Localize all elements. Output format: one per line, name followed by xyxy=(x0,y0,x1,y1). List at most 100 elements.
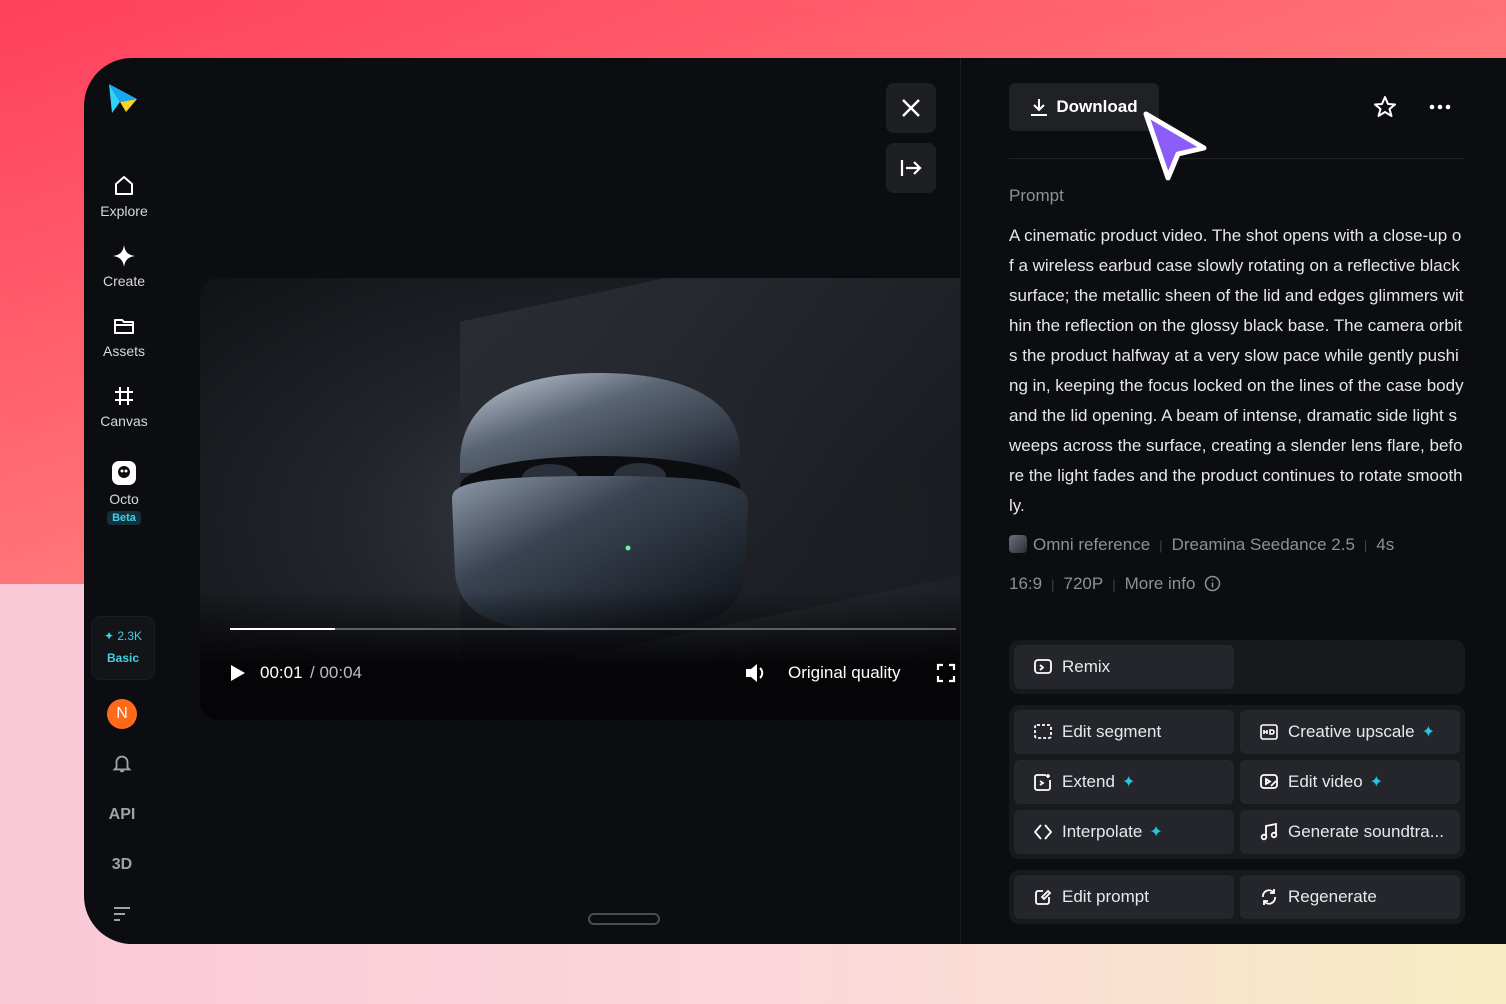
edit-video-icon xyxy=(1260,774,1278,789)
sparkle-icon xyxy=(113,245,135,267)
aspect-ratio: 16:9 xyxy=(1009,574,1043,593)
total-time: / 00:04 xyxy=(310,663,362,682)
credits-sparkle-icon: ✦ xyxy=(103,629,115,643)
star-icon[interactable] xyxy=(1373,95,1397,119)
folder-icon xyxy=(114,319,134,334)
generate-soundtrack-button[interactable]: Generate soundtra... xyxy=(1240,810,1460,854)
interpolate-button[interactable]: Interpolate ✦ xyxy=(1014,810,1234,854)
sidebar-item-label: Octo xyxy=(109,491,139,507)
app-window: Explore Create Assets Canvas Octo Beta ✦… xyxy=(84,58,1506,944)
quality-selector[interactable]: Original quality xyxy=(788,663,900,683)
prompt-actions-group: Edit prompt Regenerate xyxy=(1009,870,1465,924)
video-floor-shade xyxy=(200,590,960,720)
regenerate-icon xyxy=(1262,889,1276,905)
arrow-right-bar-icon xyxy=(900,160,922,176)
regenerate-label: Regenerate xyxy=(1288,887,1377,906)
info-icon[interactable] xyxy=(1204,575,1221,592)
plan-label: Basic xyxy=(106,651,140,665)
music-note-icon xyxy=(1260,823,1278,841)
creative-upscale-label: Creative upscale xyxy=(1288,722,1415,741)
credits-amount: 2.3K xyxy=(117,629,143,643)
collapse-panel-button[interactable] xyxy=(886,143,936,193)
premium-sparkle-icon: ✦ xyxy=(1121,774,1136,791)
edit-actions-group: Edit segment Creative upscale ✦ Extend ✦… xyxy=(1009,705,1465,859)
sidebar-item-label: Assets xyxy=(102,343,145,359)
hd-upscale-icon xyxy=(1260,724,1278,740)
home-icon xyxy=(115,176,133,195)
api-button[interactable]: API xyxy=(84,806,160,824)
extend-button[interactable]: Extend ✦ xyxy=(1014,760,1234,804)
edit-segment-button[interactable]: Edit segment xyxy=(1014,710,1234,754)
current-time: 00:01 xyxy=(260,663,303,682)
edit-prompt-label: Edit prompt xyxy=(1062,887,1149,906)
fullscreen-icon[interactable] xyxy=(936,663,956,683)
duration: 4s xyxy=(1376,535,1395,554)
meta-row-1: Omni reference | Dreamina Seedance 2.5 | 4s xyxy=(1009,535,1394,555)
mouse-cursor-icon xyxy=(1143,111,1207,181)
bottom-sheet-handle[interactable] xyxy=(588,913,660,925)
credits-badge[interactable]: ✦ 2.3K Basic xyxy=(91,616,155,680)
meta-row-2: 16:9 | 720P | More info xyxy=(1009,574,1221,594)
canvas-grid-icon xyxy=(115,387,133,405)
more-info-link[interactable]: More info xyxy=(1125,574,1196,593)
remix-icon xyxy=(1034,659,1052,674)
sidebar-item-explore[interactable]: Explore xyxy=(84,174,164,219)
prompt-label: Prompt xyxy=(1009,186,1064,205)
edit-prompt-icon xyxy=(1035,889,1052,905)
video-progress-bar[interactable] xyxy=(230,628,956,630)
sidebar-item-canvas[interactable]: Canvas xyxy=(84,384,164,429)
close-icon xyxy=(902,99,920,117)
download-icon xyxy=(1031,99,1048,116)
premium-sparkle-icon: ✦ xyxy=(1369,774,1384,791)
beta-badge: Beta xyxy=(107,511,141,525)
edit-segment-label: Edit segment xyxy=(1062,722,1162,741)
extend-icon xyxy=(1034,774,1051,791)
menu-lines-icon xyxy=(114,907,130,921)
app-logo-icon xyxy=(109,84,137,113)
model-name: Dreamina Seedance 2.5 xyxy=(1171,535,1355,554)
remix-group: Remix xyxy=(1009,640,1465,694)
sidebar-item-label: Explore xyxy=(100,203,148,219)
more-options-icon[interactable] xyxy=(1429,104,1451,110)
extend-label: Extend xyxy=(1062,772,1115,791)
edit-prompt-button[interactable]: Edit prompt xyxy=(1014,875,1234,919)
download-button[interactable]: Download xyxy=(1009,83,1159,131)
volume-icon[interactable] xyxy=(744,662,768,684)
remix-button[interactable]: Remix xyxy=(1014,645,1234,689)
edit-video-button[interactable]: Edit video ✦ xyxy=(1240,760,1460,804)
edit-video-label: Edit video xyxy=(1288,772,1363,791)
creative-upscale-button[interactable]: Creative upscale ✦ xyxy=(1240,710,1460,754)
resolution: 720P xyxy=(1063,574,1104,593)
sidebar-item-create[interactable]: Create xyxy=(84,244,164,289)
notifications-button[interactable] xyxy=(84,752,160,779)
panel-divider xyxy=(960,58,961,944)
interpolate-label: Interpolate xyxy=(1062,822,1143,841)
close-button[interactable] xyxy=(886,83,936,133)
sidebar-item-assets[interactable]: Assets xyxy=(84,314,164,359)
bell-icon xyxy=(112,755,132,773)
sidebar-item-label: Create xyxy=(102,273,146,289)
sidebar: Explore Create Assets Canvas Octo Beta ✦… xyxy=(84,58,164,944)
sidebar-item-label: Canvas xyxy=(100,413,148,429)
interpolate-icon xyxy=(1034,824,1052,840)
generate-soundtrack-label: Generate soundtra... xyxy=(1288,822,1444,841)
remix-label: Remix xyxy=(1062,657,1111,676)
details-panel: Download Prompt A cinematic product vide… xyxy=(1009,58,1465,944)
video-progress-fill xyxy=(230,628,336,630)
octo-icon xyxy=(112,461,136,485)
download-label: Download xyxy=(1056,97,1138,116)
avatar[interactable]: N xyxy=(107,699,137,729)
premium-sparkle-icon: ✦ xyxy=(1149,824,1163,841)
play-icon[interactable] xyxy=(230,664,246,682)
prompt-text: A cinematic product video. The shot open… xyxy=(1009,226,1464,515)
sidebar-item-octo[interactable]: Octo Beta xyxy=(84,460,164,525)
premium-sparkle-icon: ✦ xyxy=(1421,724,1436,741)
reference-type: Omni reference xyxy=(1033,535,1151,554)
regenerate-button[interactable]: Regenerate xyxy=(1240,875,1460,919)
menu-button[interactable] xyxy=(84,904,160,929)
3d-button[interactable]: 3D xyxy=(84,856,160,874)
reference-thumbnail-icon xyxy=(1009,535,1027,553)
edit-segment-icon xyxy=(1034,724,1052,739)
header-divider xyxy=(1009,158,1464,159)
video-player[interactable]: 00:01 / 00:04 Original quality xyxy=(200,278,960,720)
